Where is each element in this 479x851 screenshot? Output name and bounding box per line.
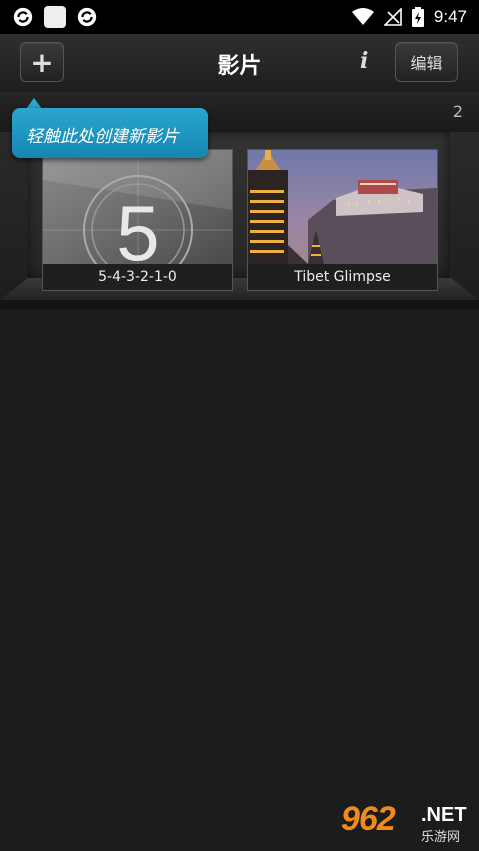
wifi-icon xyxy=(351,8,374,25)
tibet-thumbnail xyxy=(248,150,437,264)
battery-charging-icon xyxy=(411,7,424,27)
movie-title: Tibet Glimpse xyxy=(248,264,437,290)
status-bar: 9:47 xyxy=(0,0,479,34)
edit-button[interactable]: 编辑 xyxy=(395,42,458,82)
watermark-logo: 962 .NET 乐游网 xyxy=(337,800,475,848)
status-time: 9:47 xyxy=(433,7,467,26)
section-count: 2 xyxy=(452,102,463,121)
movie-card[interactable]: Tibet Glimpse xyxy=(247,149,438,291)
watermark-sub: 乐游网 xyxy=(421,830,461,845)
app-bar: + 影片 i 编辑 xyxy=(0,34,479,93)
signal-icon xyxy=(383,8,402,26)
countdown-number: 5 xyxy=(116,189,159,264)
watermark-net: .NET xyxy=(421,804,467,826)
movie-shelf: 5 5-4-3-2-1-0 Tibet Glimpse xyxy=(0,132,479,310)
movie-card[interactable]: 5 5-4-3-2-1-0 xyxy=(42,149,233,291)
notification-square-icon xyxy=(44,6,66,28)
movie-title: 5-4-3-2-1-0 xyxy=(43,264,232,290)
sync-icon-2 xyxy=(77,7,97,27)
create-movie-tooltip[interactable]: 轻触此处创建新影片 xyxy=(12,108,208,158)
tooltip-text: 轻触此处创建新影片 xyxy=(26,127,179,147)
countdown-thumbnail: 5 xyxy=(43,150,232,264)
sync-icon xyxy=(13,7,33,27)
shelf-edge xyxy=(0,300,479,310)
info-icon[interactable]: i xyxy=(360,48,368,74)
watermark-number: 962 xyxy=(341,800,396,838)
